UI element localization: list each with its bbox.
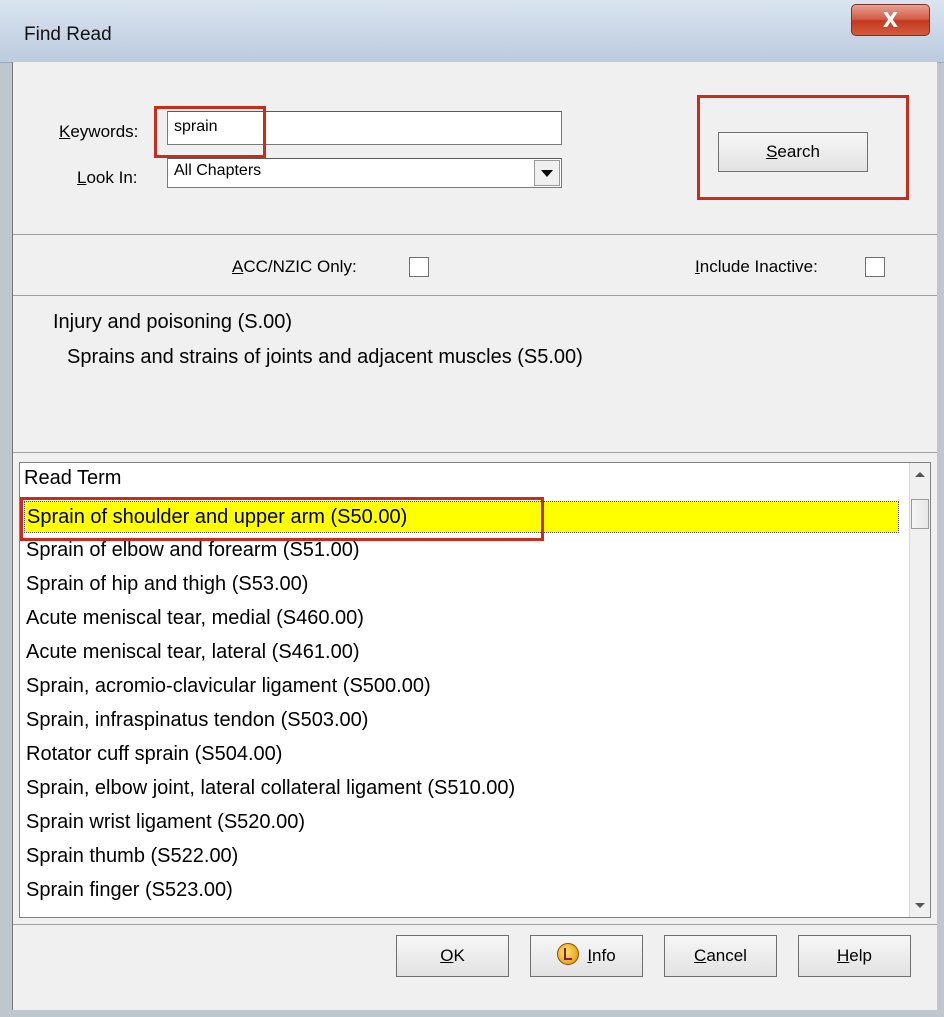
list-scrollbar[interactable] — [909, 463, 930, 917]
inactive-checkbox[interactable] — [865, 257, 885, 277]
list-item[interactable]: Acute meniscal tear, medial (S460.00) — [24, 603, 899, 635]
acc-label: ACC/NZIC Only: — [232, 257, 357, 276]
list-item[interactable]: Sprain, infraspinatus tendon (S503.00) — [24, 705, 899, 737]
ok-button[interactable]: OK — [396, 935, 509, 977]
lookin-label: Look In: — [77, 168, 138, 187]
list-item[interactable]: Sprain of hip and thigh (S53.00) — [24, 569, 899, 601]
path-level-2: Sprains and strains of joints and adjace… — [67, 346, 583, 368]
keywords-label-rest: eywords: — [70, 122, 139, 141]
inactive-label: Include Inactive: — [695, 257, 818, 276]
find-read-dialog: Find Read X Keywords: sprain Look In: Al… — [0, 0, 944, 1017]
search-highlight — [697, 95, 909, 200]
selected-item-highlight — [20, 497, 544, 541]
info-button[interactable]: Info — [530, 935, 643, 977]
list-item[interactable]: Sprain wrist ligament (S520.00) — [24, 807, 899, 839]
info-icon — [557, 943, 580, 965]
title-bar[interactable]: Find Read X — [0, 0, 944, 63]
chevron-up-icon — [915, 472, 925, 477]
list-header: Read Term — [24, 467, 122, 489]
lookin-select[interactable]: All Chapters — [167, 158, 562, 188]
scroll-up-button[interactable] — [910, 465, 930, 485]
read-term-list[interactable]: Read Term Sprain of shoulder and upper a… — [19, 462, 931, 918]
acc-label-rest: CC/NZIC Only: — [243, 257, 357, 276]
search-section: Keywords: sprain Look In: All Chapters S… — [13, 62, 937, 235]
dialog-body: Keywords: sprain Look In: All Chapters S… — [12, 62, 937, 1010]
filters-section: ACC/NZIC Only: Include Inactive: — [13, 235, 937, 296]
list-item[interactable]: Rotator cuff sprain (S504.00) — [24, 739, 899, 771]
close-icon: X — [882, 8, 899, 32]
hierarchy-path: Injury and poisoning (S.00) Sprains and … — [13, 296, 937, 453]
lookin-dropdown-button[interactable] — [534, 160, 560, 186]
path-level-1: Injury and poisoning (S.00) — [53, 311, 293, 333]
inactive-label-rest: nclude Inactive: — [699, 257, 818, 276]
chevron-down-icon — [915, 903, 925, 908]
help-button[interactable]: Help — [798, 935, 911, 977]
acc-checkbox[interactable] — [409, 257, 429, 277]
keywords-highlight — [154, 106, 266, 158]
help-button-rest: elp — [849, 946, 872, 965]
cancel-button[interactable]: Cancel — [664, 935, 777, 977]
window-title: Find Read — [24, 24, 112, 45]
scroll-thumb[interactable] — [911, 499, 929, 529]
list-item[interactable]: Sprain, elbow joint, lateral collateral … — [24, 773, 899, 805]
close-button[interactable]: X — [851, 4, 930, 36]
keywords-label: Keywords: — [59, 122, 139, 141]
scroll-down-button[interactable] — [910, 895, 930, 915]
list-item[interactable]: Sprain thumb (S522.00) — [24, 841, 899, 873]
list-item[interactable]: Sprain finger (S523.00) — [24, 875, 899, 907]
list-item[interactable]: Sprain, acromio-clavicular ligament (S50… — [24, 671, 899, 703]
ok-button-rest: K — [453, 946, 465, 965]
list-item[interactable]: Acute meniscal tear, lateral (S461.00) — [24, 637, 899, 669]
cancel-button-rest: ancel — [706, 946, 747, 965]
lookin-label-rest: ook In: — [86, 168, 138, 187]
chevron-down-icon — [541, 170, 553, 177]
button-bar: OK Info Cancel Help — [13, 924, 937, 1011]
info-label: Info — [587, 946, 616, 965]
lookin-value: All Chapters — [174, 162, 262, 179]
